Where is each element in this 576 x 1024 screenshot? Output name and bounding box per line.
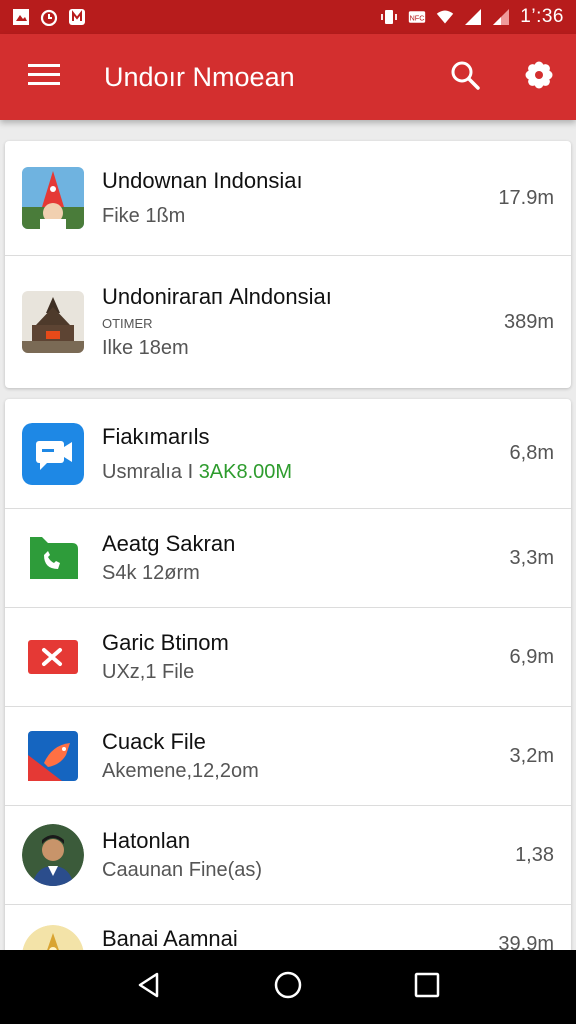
gear-icon bbox=[525, 61, 553, 94]
item-size: 3,2m bbox=[509, 744, 554, 767]
item-subtitle: Akemene,12,2om bbox=[102, 760, 259, 782]
item-name: Undonirагап Alndonsiaı bbox=[102, 284, 332, 309]
app-title: Undoır Nmoean bbox=[104, 61, 295, 92]
item-name: Aeatg Sakrаn bbox=[102, 531, 236, 556]
files-list-card: Fiakımarıls Usmralıa I 3AK8.00M 6,8m Aea… bbox=[5, 399, 571, 959]
item-size: 6,9m bbox=[509, 645, 554, 668]
person-photo-icon bbox=[22, 824, 84, 886]
landmark-photo-icon bbox=[22, 167, 84, 229]
app-notification-icon bbox=[68, 8, 86, 26]
item-name: Garic Btiпom bbox=[102, 630, 229, 655]
home-icon bbox=[273, 970, 303, 1005]
item-subtitle: Caaunan Fine(as) bbox=[102, 859, 263, 881]
item-subtitle: Ilke 18em bbox=[102, 337, 189, 359]
recents-icon bbox=[414, 972, 440, 1003]
signal-icon bbox=[464, 8, 482, 26]
image-notification-icon bbox=[12, 8, 30, 26]
nfc-icon: NFC bbox=[408, 8, 426, 26]
item-size: 389m bbox=[503, 310, 554, 333]
alarm-icon bbox=[40, 8, 58, 26]
back-icon bbox=[135, 971, 163, 1004]
chat-app-icon bbox=[22, 422, 84, 485]
search-icon bbox=[450, 60, 480, 95]
vibrate-icon bbox=[380, 8, 398, 26]
list-item[interactable]: Garic Btiпom UXz,1 File 6,9m bbox=[5, 608, 571, 707]
item-subtitle: S4k 12ørm bbox=[102, 562, 200, 584]
settings-button[interactable] bbox=[502, 34, 576, 120]
svg-text:NFC: NFC bbox=[410, 13, 426, 22]
item-subtitle: Usmralıa I bbox=[102, 460, 199, 483]
recents-button[interactable] bbox=[397, 957, 457, 1017]
item-size: 17.9m bbox=[498, 186, 554, 209]
list-item[interactable]: Undownan Indonsiaı Fike 1ßm 17.9m bbox=[5, 141, 571, 256]
item-name: Cuack File bbox=[102, 729, 206, 754]
bird-app-icon bbox=[22, 725, 84, 787]
app-bar: Undoır Nmoean bbox=[0, 34, 576, 120]
navigation-bar bbox=[0, 950, 576, 1024]
item-size: 3,3m bbox=[509, 546, 554, 569]
status-time: 1’:36 bbox=[520, 6, 564, 27]
menu-button[interactable] bbox=[0, 34, 88, 120]
back-button[interactable] bbox=[119, 957, 179, 1017]
list-item[interactable]: Undonirагап Alndonsiaı OTIMER Ilke 18em … bbox=[5, 256, 571, 388]
status-bar: NFC 1’:36 bbox=[0, 0, 576, 34]
mail-app-icon bbox=[22, 626, 84, 688]
list-item[interactable]: Hatonlan Caaunan Fine(as) 1,38 bbox=[5, 806, 571, 905]
item-name: Fiakımarıls bbox=[102, 423, 210, 449]
hamburger-icon bbox=[28, 63, 60, 91]
pinned-files-card: Undownan Indonsiaı Fike 1ßm 17.9m Undoni… bbox=[5, 141, 571, 388]
item-size: 6,8m bbox=[509, 442, 554, 464]
home-button[interactable] bbox=[258, 957, 318, 1017]
temple-photo-icon bbox=[22, 291, 84, 353]
phone-app-icon bbox=[22, 527, 84, 589]
list-item[interactable]: Fiakımarıls Usmralıa I 3AK8.00M 6,8m bbox=[5, 399, 571, 509]
signal-weak-icon bbox=[492, 8, 510, 26]
item-name: Hatonlan bbox=[102, 828, 191, 853]
item-size: 1,38 bbox=[515, 843, 554, 866]
item-subtitle: UXz,1 File bbox=[102, 661, 195, 683]
search-button[interactable] bbox=[428, 34, 502, 120]
item-tag: OTIMER bbox=[102, 316, 153, 331]
list-item[interactable]: Cuack File Akemene,12,2om 3,2m bbox=[5, 707, 571, 806]
item-highlight: 3AK8.00M bbox=[198, 460, 293, 483]
list-item[interactable]: Aeatg Sakrаn S4k 12ørm 3,3m bbox=[5, 509, 571, 608]
wifi-icon bbox=[436, 8, 454, 26]
